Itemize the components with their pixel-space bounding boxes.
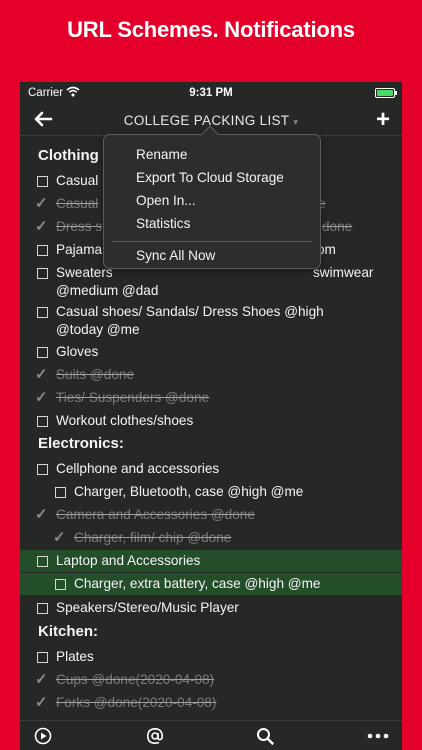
section-heading: Electronics: xyxy=(38,435,124,452)
promo-banner-title: URL Schemes. Notifications xyxy=(67,17,355,42)
battery-icon xyxy=(375,88,397,98)
item-label: Pajama xyxy=(56,242,103,257)
list-item[interactable]: Sweaters swimwear @medium @dad xyxy=(20,264,402,300)
check-icon[interactable]: ✓ xyxy=(35,219,48,235)
checkbox[interactable] xyxy=(37,652,48,663)
section-heading: Kitchen: xyxy=(38,623,98,640)
item-label: Charger, Bluetooth, case @high @me xyxy=(74,484,304,499)
play-icon[interactable] xyxy=(34,727,52,745)
item-label-tail: swimwear xyxy=(313,265,374,280)
checkbox[interactable] xyxy=(37,347,48,358)
list-item[interactable]: Plates xyxy=(20,648,402,666)
list-item[interactable]: Charger, Bluetooth, case @high @me xyxy=(20,483,402,501)
list-item[interactable]: Speakers/Stereo/Music Player xyxy=(20,599,402,617)
checkbox[interactable] xyxy=(37,603,48,614)
item-label: Casual xyxy=(56,196,99,211)
search-icon[interactable] xyxy=(256,727,274,745)
checkbox[interactable] xyxy=(37,268,48,279)
checkbox[interactable] xyxy=(37,416,48,427)
status-bar: Carrier 9:31 PM xyxy=(20,82,402,104)
list-item[interactable]: ✓ Ties/ Suspenders @done xyxy=(20,389,402,407)
item-label: Dress s xyxy=(56,219,103,234)
item-label: Speakers/Stereo/Music Player xyxy=(56,600,239,615)
item-label: Laptop and Accessories xyxy=(56,553,201,568)
at-sign-icon[interactable] xyxy=(146,727,164,745)
item-label: Suits @done xyxy=(56,367,135,382)
item-label: Charger, extra battery, case @high @me xyxy=(74,576,321,591)
check-icon[interactable]: ✓ xyxy=(35,672,48,688)
more-icon[interactable] xyxy=(367,733,389,739)
checkbox[interactable] xyxy=(37,556,48,567)
item-label-tail: done xyxy=(322,219,353,234)
list-item[interactable]: ✓ Cups @done(2020-04-08) xyxy=(20,671,402,689)
check-icon[interactable]: ✓ xyxy=(35,390,48,406)
list-item-selected[interactable]: Charger, extra battery, case @high @me xyxy=(20,573,402,595)
menu-divider xyxy=(112,241,312,242)
item-label: Charger, film/ chip @done xyxy=(74,530,232,545)
item-label: Ties/ Suspenders @done xyxy=(56,390,210,405)
checkbox[interactable] xyxy=(55,487,66,498)
list-title: COLLEGE PACKING LIST xyxy=(123,113,290,128)
list-item[interactable]: ✓ Suits @done xyxy=(20,366,402,384)
check-icon[interactable]: ✓ xyxy=(53,530,66,546)
clock-time: 9:31 PM xyxy=(189,87,233,99)
chevron-down-icon: ▾ xyxy=(293,117,299,127)
checkbox[interactable] xyxy=(37,176,48,187)
menu-item-statistics[interactable]: Statistics xyxy=(136,215,190,233)
menu-item-open-in[interactable]: Open In... xyxy=(136,192,196,210)
item-label: Workout clothes/shoes xyxy=(56,413,194,428)
item-label: Forks @done(2020-04-08) xyxy=(56,695,217,710)
section-heading: Clothing xyxy=(38,147,99,164)
list-item[interactable]: ✓ Camera and Accessories @done xyxy=(20,506,402,524)
list-item[interactable]: Cellphone and accessories xyxy=(20,460,402,478)
checkbox[interactable] xyxy=(37,464,48,475)
menu-item-sync[interactable]: Sync All Now xyxy=(136,247,215,265)
item-label: Gloves xyxy=(56,344,99,359)
item-label: Cellphone and accessories xyxy=(56,461,220,476)
check-icon[interactable]: ✓ xyxy=(35,695,48,711)
item-label-line2: @medium @dad xyxy=(56,283,159,298)
checkbox[interactable] xyxy=(37,307,48,318)
checkbox[interactable] xyxy=(37,245,48,256)
item-label-line2: @today @me xyxy=(56,322,140,337)
list-options-menu: Rename Export To Cloud Storage Open In..… xyxy=(103,125,321,269)
menu-item-rename[interactable]: Rename xyxy=(136,146,187,164)
list-item-selected[interactable]: Laptop and Accessories xyxy=(20,550,402,572)
check-icon[interactable]: ✓ xyxy=(35,507,48,523)
list-item[interactable]: Casual shoes/ Sandals/ Dress Shoes @high… xyxy=(20,303,402,339)
list-item[interactable]: ✓ Forks @done(2020-04-08) xyxy=(20,694,402,712)
list-item[interactable]: Workout clothes/shoes xyxy=(20,412,402,430)
bottom-toolbar xyxy=(20,720,402,750)
check-icon[interactable]: ✓ xyxy=(35,367,48,383)
item-label: Casual xyxy=(56,173,99,188)
item-label: Plates xyxy=(56,649,94,664)
list-item[interactable]: Gloves xyxy=(20,343,402,361)
menu-item-export[interactable]: Export To Cloud Storage xyxy=(136,169,284,187)
item-label: Casual shoes/ Sandals/ Dress Shoes @high xyxy=(56,304,324,319)
item-label: Camera and Accessories @done xyxy=(56,507,255,522)
item-label: Cups @done(2020-04-08) xyxy=(56,672,215,687)
list-item[interactable]: ✓ Charger, film/ chip @done xyxy=(20,529,402,547)
check-icon[interactable]: ✓ xyxy=(35,196,48,212)
phone-screen: Carrier 9:31 PM COLLEGE PACKING LIST ▾ + … xyxy=(20,82,402,750)
plus-icon[interactable]: + xyxy=(376,108,390,132)
checkbox[interactable] xyxy=(55,579,66,590)
